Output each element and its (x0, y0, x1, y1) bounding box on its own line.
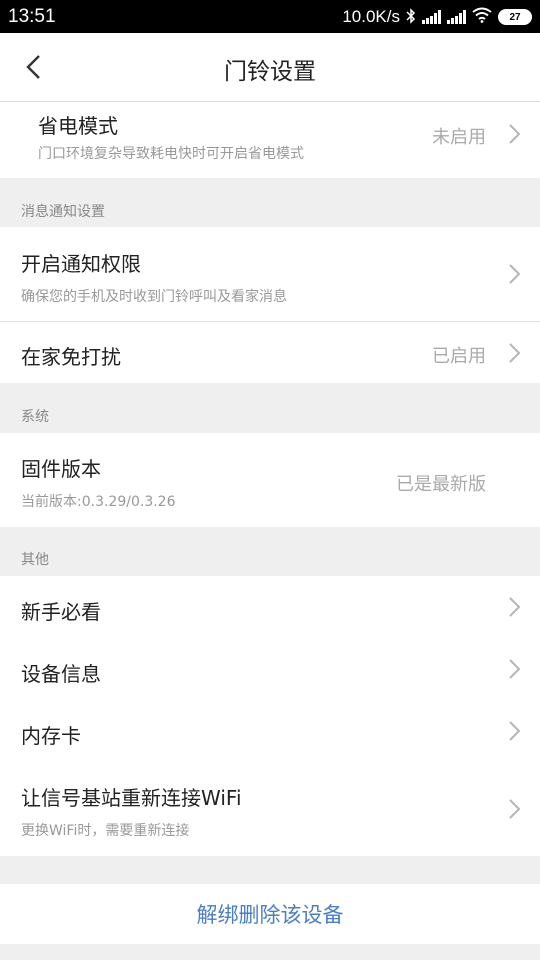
chevron-right-icon (506, 720, 522, 742)
reconnect-wifi-title: 让信号基站重新连接WiFi (21, 786, 242, 810)
chevron-right-icon (506, 798, 522, 820)
firmware-version-title: 固件版本 (21, 457, 101, 481)
firmware-version-status: 已是最新版 (396, 474, 486, 495)
beginner-guide-row[interactable]: 新手必看 (0, 576, 540, 638)
status-time: 13:51 (8, 6, 56, 27)
device-info-row[interactable]: 设备信息 (0, 638, 540, 700)
power-saving-status: 未启用 (432, 127, 486, 148)
firmware-version-row[interactable]: 固件版本 当前版本:0.3.29/0.3.26 已是最新版 (0, 433, 540, 527)
notification-permission-subtitle: 确保您的手机及时收到门铃呼叫及看家消息 (21, 289, 287, 305)
network-speed: 10.0K/s (342, 7, 400, 26)
chevron-right-icon (506, 123, 522, 145)
do-not-disturb-title: 在家免打扰 (21, 345, 121, 369)
signal-icon (447, 10, 466, 24)
chevron-right-icon (506, 342, 522, 364)
do-not-disturb-status: 已启用 (432, 346, 486, 367)
section-header-notifications: 消息通知设置 (21, 204, 105, 220)
memory-card-row[interactable]: 内存卡 (0, 700, 540, 762)
notification-permission-row[interactable]: 开启通知权限 确保您的手机及时收到门铃呼叫及看家消息 (0, 227, 540, 321)
unbind-device-button[interactable]: 解绑删除该设备 (0, 884, 540, 944)
reconnect-wifi-row[interactable]: 让信号基站重新连接WiFi 更换WiFi时，需要重新连接 (0, 762, 540, 856)
section-header-system: 系统 (21, 409, 49, 425)
device-info-title: 设备信息 (21, 662, 101, 686)
chevron-right-icon (506, 596, 522, 618)
bluetooth-icon (406, 7, 416, 27)
signal-icon (422, 10, 441, 24)
chevron-right-icon (506, 263, 522, 285)
notification-permission-title: 开启通知权限 (21, 252, 141, 276)
page-title: 门铃设置 (224, 59, 316, 85)
power-saving-title: 省电模式 (38, 114, 118, 138)
power-saving-subtitle: 门口环境复杂导致耗电快时可开启省电模式 (38, 146, 304, 162)
do-not-disturb-row[interactable]: 在家免打扰 已启用 (0, 322, 540, 383)
status-icons: 10.0K/s 27 (342, 5, 532, 29)
nav-bar: 门铃设置 (0, 33, 540, 102)
battery-icon: 27 (498, 9, 532, 25)
firmware-version-subtitle: 当前版本:0.3.29/0.3.26 (21, 494, 176, 510)
beginner-guide-title: 新手必看 (21, 600, 101, 624)
power-saving-row[interactable]: 省电模式 门口环境复杂导致耗电快时可开启省电模式 未启用 (0, 102, 540, 178)
section-header-other: 其他 (21, 552, 49, 568)
memory-card-title: 内存卡 (21, 724, 81, 748)
reconnect-wifi-subtitle: 更换WiFi时，需要重新连接 (21, 823, 190, 839)
chevron-right-icon (506, 658, 522, 680)
wifi-icon (472, 7, 492, 28)
status-bar: 13:51 10.0K/s 27 (0, 0, 540, 33)
